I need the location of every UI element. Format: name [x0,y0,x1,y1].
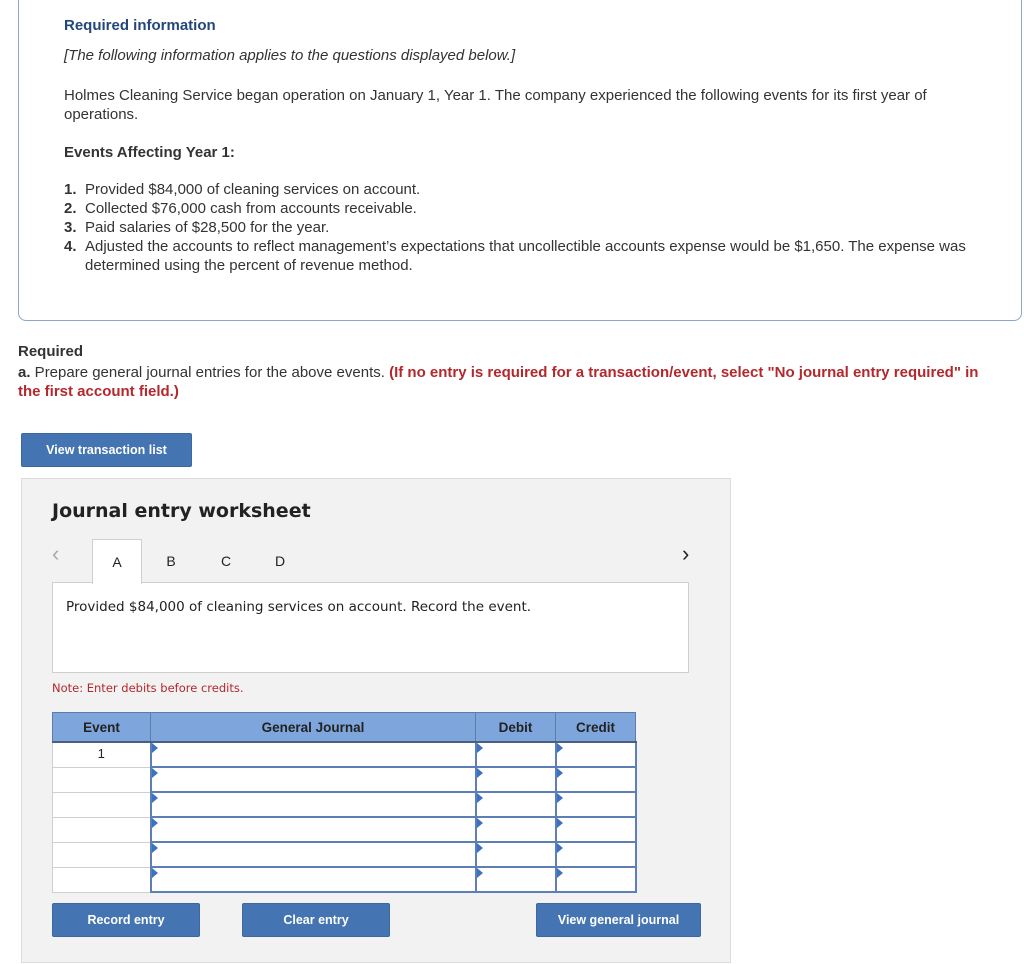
transaction-description-box: Provided $84,000 of cleaning services on… [52,582,689,673]
cell-marker-icon [151,868,158,878]
cell-marker-icon [476,743,483,753]
event-cell [52,766,151,793]
table-row [52,841,637,868]
chevron-right-icon[interactable]: › [682,541,689,567]
cell-marker-icon [151,843,158,853]
header-debit: Debit [475,712,556,743]
debit-input[interactable] [474,816,557,843]
chevron-left-icon[interactable]: ‹ [52,541,59,567]
required-title: Required [18,343,84,360]
header-general-journal: General Journal [150,712,476,743]
debit-input[interactable] [474,766,557,793]
table-row [52,816,637,843]
record-entry-button[interactable]: Record entry [52,903,200,937]
event-item: 3. Paid salaries of $28,500 for the year. [64,219,330,236]
event-item: 4. Adjusted the accounts to reflect manag… [64,238,966,274]
cell-marker-icon [556,818,563,828]
table-row [52,791,637,818]
debit-input[interactable] [474,866,557,893]
header-credit: Credit [555,712,636,743]
event-cell [52,791,151,818]
cell-marker-icon [556,743,563,753]
credit-input[interactable] [554,791,637,818]
required-instructions: a. Prepare general journal entries for t… [18,364,979,400]
cell-marker-icon [476,868,483,878]
table-header-row: Event General Journal Debit Credit [52,712,636,743]
table-row: 1 [52,741,637,768]
cell-marker-icon [556,793,563,803]
account-select[interactable] [149,766,477,793]
required-information-title: Required information [64,17,216,34]
cell-marker-icon [556,843,563,853]
journal-table: Event General Journal Debit Credit 1 [52,712,637,893]
account-select[interactable] [149,816,477,843]
cell-marker-icon [151,768,158,778]
cell-marker-icon [556,868,563,878]
credit-input[interactable] [554,766,637,793]
credit-input[interactable] [554,866,637,893]
view-transaction-list-button[interactable]: View transaction list [21,433,192,467]
event-cell: 1 [52,741,151,768]
cell-marker-icon [151,743,158,753]
header-event: Event [52,712,151,743]
tab-c[interactable]: C [201,539,251,583]
view-general-journal-button[interactable]: View general journal [536,903,701,937]
event-cell [52,816,151,843]
debit-input[interactable] [474,741,557,768]
tab-b[interactable]: B [146,539,196,583]
info-note: [The following information applies to th… [64,47,516,64]
cell-marker-icon [476,818,483,828]
credit-input[interactable] [554,841,637,868]
worksheet-title: Journal entry worksheet [52,500,311,522]
account-select[interactable] [149,791,477,818]
tab-d[interactable]: D [255,539,305,583]
events-title: Events Affecting Year 1: [64,144,235,161]
debits-note: Note: Enter debits before credits. [52,681,244,695]
credit-input[interactable] [554,741,637,768]
cell-marker-icon [476,843,483,853]
account-select[interactable] [149,841,477,868]
cell-marker-icon [151,818,158,828]
cell-marker-icon [151,793,158,803]
cell-marker-icon [476,768,483,778]
table-row [52,766,637,793]
intro-text: Holmes Cleaning Service began operation … [64,87,927,123]
event-cell [52,866,151,893]
table-row [52,866,637,893]
account-select[interactable] [149,866,477,893]
journal-entry-worksheet: Journal entry worksheet ‹ A B C D › Prov… [21,478,731,963]
credit-input[interactable] [554,816,637,843]
debit-input[interactable] [474,841,557,868]
transaction-description: Provided $84,000 of cleaning services on… [66,599,532,615]
tab-a[interactable]: A [92,539,142,584]
debit-input[interactable] [474,791,557,818]
cell-marker-icon [556,768,563,778]
event-item: 1. Provided $84,000 of cleaning services … [64,181,421,198]
account-select[interactable] [149,741,477,768]
events-list: 1. Provided $84,000 of cleaning services … [64,180,984,275]
cell-marker-icon [476,793,483,803]
event-cell [52,841,151,868]
clear-entry-button[interactable]: Clear entry [242,903,390,937]
event-item: 2. Collected $76,000 cash from accounts r… [64,200,417,217]
